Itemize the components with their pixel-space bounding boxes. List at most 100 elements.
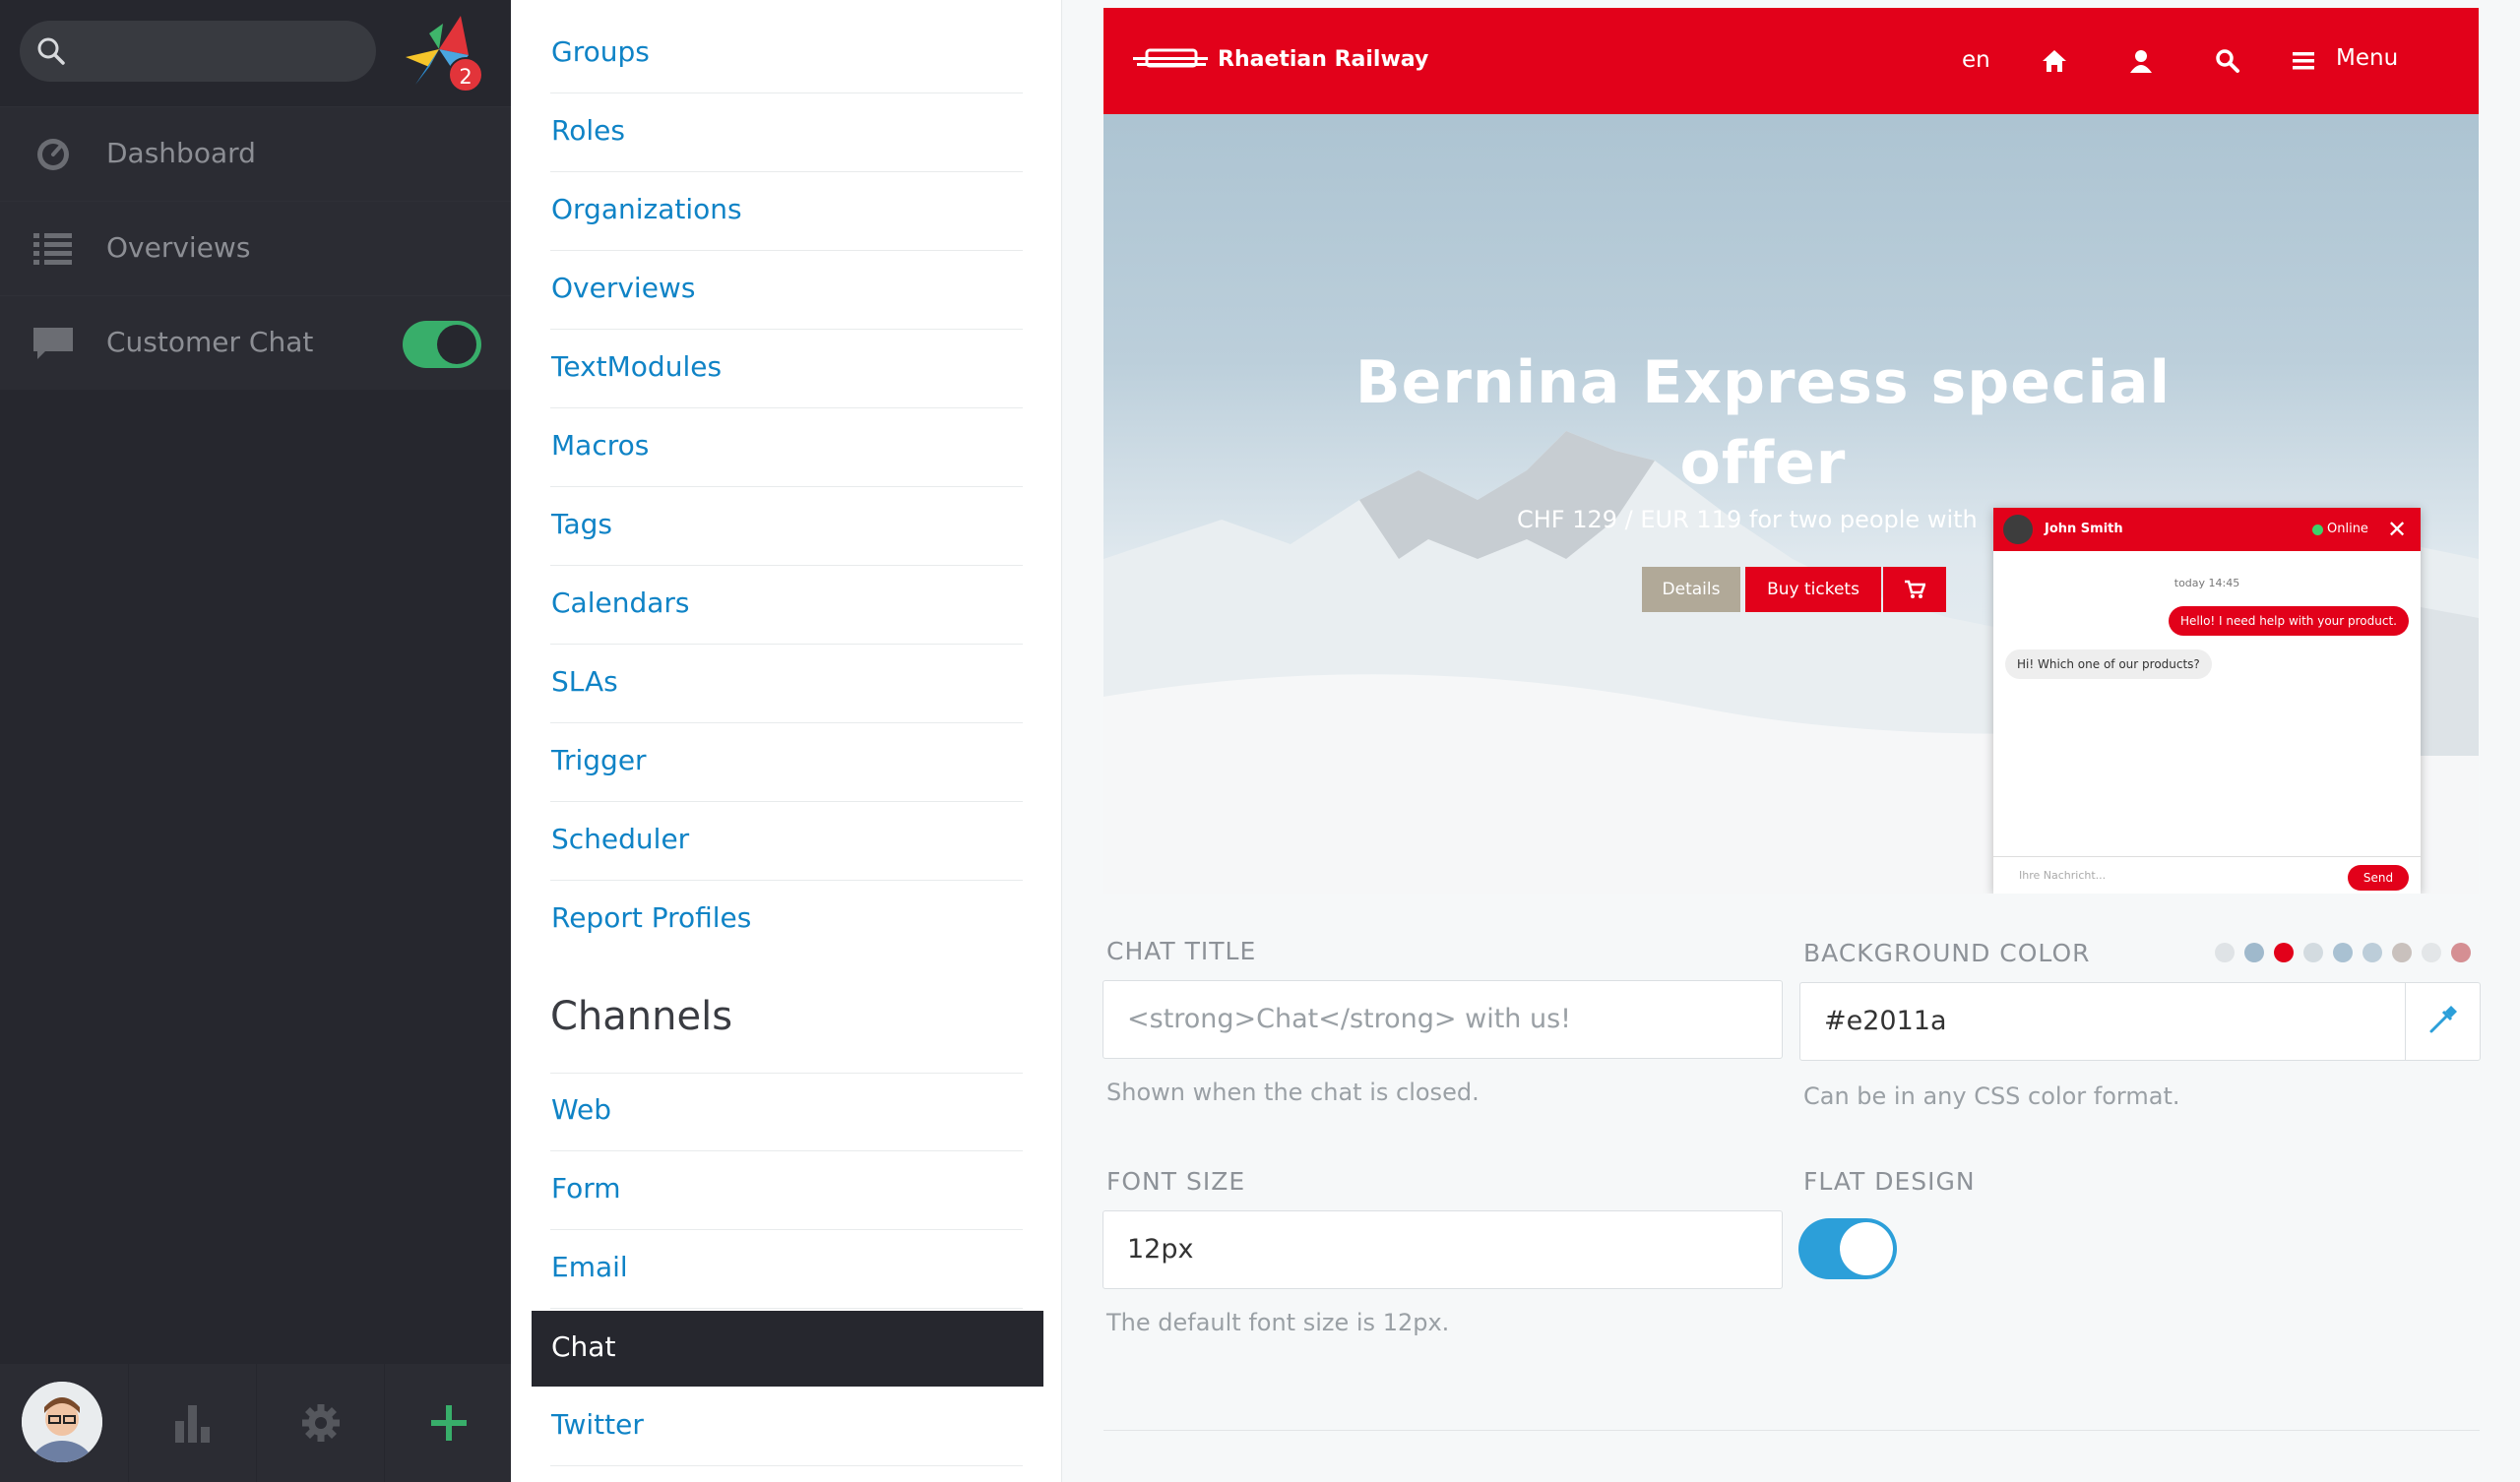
hero-title: Bernina Express special offer (1354, 348, 2172, 498)
menu-item-chat[interactable]: Chat (532, 1311, 1043, 1387)
color-swatch[interactable] (2244, 943, 2264, 962)
cart-button[interactable] (1883, 567, 1946, 612)
chat-widget[interactable]: John Smith Online ✕ today 14:45 Hello! I… (1993, 508, 2421, 894)
user-icon[interactable] (2127, 47, 2155, 75)
online-status-label: Online (2327, 522, 2368, 536)
menu-item-report-profiles[interactable]: Report Profiles (550, 881, 1023, 959)
menu-item-twitter[interactable]: Twitter (550, 1388, 1023, 1466)
customer-chat-toggle[interactable] (403, 321, 481, 368)
menu-item-label: Tags (551, 508, 612, 540)
channels-heading: Channels (550, 994, 733, 1039)
avatar[interactable] (22, 1382, 102, 1462)
color-swatch[interactable] (2303, 943, 2323, 962)
site-menu-label[interactable]: Menu (2336, 45, 2398, 71)
user-avatar-image (22, 1382, 102, 1462)
font-size-label: FONT SIZE (1106, 1167, 1246, 1196)
menu-item-label: Report Profiles (551, 901, 752, 934)
menu-item-scheduler[interactable]: Scheduler (550, 802, 1023, 881)
background-color-help: Can be in any CSS color format. (1803, 1082, 2180, 1110)
agent-name: John Smith (2045, 522, 2123, 536)
menu-item-label: TextModules (551, 350, 723, 383)
customer-message: Hello! I need help with your product. (2169, 606, 2409, 636)
menu-item-label: Overviews (551, 272, 696, 304)
nav-item-overviews[interactable]: Overviews (0, 201, 511, 295)
reports-button[interactable] (128, 1364, 256, 1482)
settings-button[interactable] (256, 1364, 384, 1482)
color-swatch[interactable] (2362, 943, 2382, 962)
search-input[interactable] (20, 21, 376, 82)
color-swatch[interactable] (2451, 943, 2471, 962)
color-swatch[interactable] (2274, 943, 2294, 962)
menu-item-label: Form (551, 1172, 621, 1204)
menu-item-slas[interactable]: SLAs (550, 645, 1023, 723)
chat-timestamp: today 14:45 (2174, 577, 2240, 589)
site-header: Rhaetian Railway en Menu (1103, 8, 2479, 114)
search-icon (37, 37, 65, 65)
online-status-dot (2312, 525, 2323, 535)
settings-gear-icon (302, 1404, 340, 1442)
agent-message: Hi! Which one of our products? (2005, 649, 2212, 679)
chat-header: John Smith Online ✕ (1993, 508, 2421, 551)
language-switch[interactable]: en (1962, 47, 1990, 73)
eyedropper-icon (2429, 1006, 2457, 1033)
menu-item-label: Email (551, 1251, 628, 1283)
flat-design-label: FLAT DESIGN (1803, 1167, 1976, 1196)
hamburger-menu-icon[interactable] (2291, 47, 2318, 75)
left-navigation: 2 Dashboard Overviews Customer Chat (0, 0, 511, 1482)
color-swatch[interactable] (2333, 943, 2353, 962)
menu-item-groups[interactable]: Groups (550, 15, 1023, 93)
search-icon[interactable] (2214, 47, 2241, 75)
menu-item-trigger[interactable]: Trigger (550, 723, 1023, 802)
flat-design-toggle[interactable] (1798, 1218, 1897, 1279)
menu-item-tags[interactable]: Tags (550, 487, 1023, 566)
chat-message-input[interactable]: Ihre Nachricht... Send (1993, 856, 2421, 894)
menu-item-label: Groups (551, 35, 650, 68)
chat-title-input[interactable]: <strong>Chat</strong> with us! (1102, 980, 1783, 1059)
chat-send-button[interactable]: Send (2348, 865, 2409, 891)
menu-item-label: Roles (551, 114, 625, 147)
cart-icon (1905, 580, 1925, 598)
menu-item-label: Chat (551, 1330, 616, 1363)
bottom-toolbar (0, 1364, 511, 1482)
chat-input-placeholder: Ihre Nachricht... (2019, 869, 2107, 882)
background-color-input[interactable]: #e2011a (1799, 982, 2481, 1061)
buy-tickets-button[interactable]: Buy tickets (1745, 567, 1881, 612)
menu-item-calendars[interactable]: Calendars (550, 566, 1023, 645)
menu-item-textmodules[interactable]: TextModules (550, 330, 1023, 408)
color-swatch[interactable] (2215, 943, 2235, 962)
chat-close-button[interactable]: ✕ (2387, 516, 2407, 543)
color-swatch[interactable] (2422, 943, 2441, 962)
font-size-input[interactable]: 12px (1102, 1210, 1783, 1289)
nav-item-label: Dashboard (106, 137, 256, 169)
chat-bubble-icon (33, 328, 73, 359)
railway-logo-icon[interactable] (1133, 47, 1208, 71)
chat-title-help: Shown when the chat is closed. (1106, 1079, 1480, 1106)
menu-item-label: Organizations (551, 193, 742, 225)
menu-item-overviews[interactable]: Overviews (550, 251, 1023, 330)
color-swatch[interactable] (2392, 943, 2412, 962)
settings-menu: Groups Roles Organizations Overviews Tex… (511, 0, 1062, 1482)
color-picker-button[interactable] (2405, 982, 2480, 1061)
header-tail (2439, 87, 2479, 114)
nav-item-dashboard[interactable]: Dashboard (0, 106, 511, 201)
menu-item-form[interactable]: Form (550, 1151, 1023, 1230)
menu-item-web[interactable]: Web (550, 1073, 1023, 1151)
menu-item-email[interactable]: Email (550, 1230, 1023, 1309)
notification-badge[interactable]: 2 (448, 57, 483, 93)
menu-item-label: Trigger (551, 744, 647, 776)
menu-item-organizations[interactable]: Organizations (550, 172, 1023, 251)
menu-item-label: Scheduler (551, 823, 690, 855)
menu-item-macros[interactable]: Macros (550, 408, 1023, 487)
menu-item-label: Twitter (551, 1408, 644, 1441)
menu-item-roles[interactable]: Roles (550, 93, 1023, 172)
toggle-knob (437, 325, 476, 364)
nav-item-customer-chat[interactable]: Customer Chat (0, 295, 511, 390)
details-button[interactable]: Details (1642, 567, 1740, 612)
user-avatar-button[interactable] (0, 1364, 128, 1482)
menu-item-label: Web (551, 1093, 612, 1126)
brand-name[interactable]: Rhaetian Railway (1218, 47, 1428, 72)
home-icon[interactable] (2041, 47, 2068, 75)
divider (1103, 1430, 2480, 1431)
add-new-button[interactable] (384, 1364, 511, 1482)
chat-title-label: CHAT TITLE (1106, 937, 1257, 965)
